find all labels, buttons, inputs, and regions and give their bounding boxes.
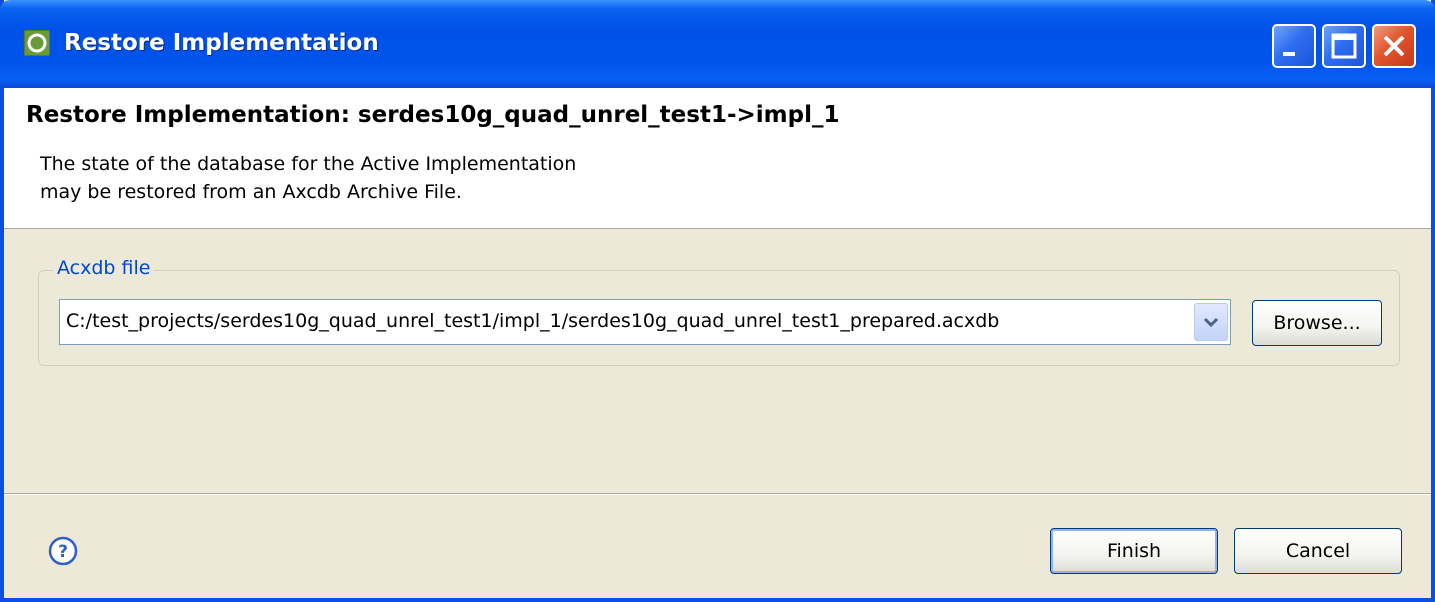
- help-icon[interactable]: ?: [48, 536, 78, 566]
- close-button[interactable]: [1372, 24, 1416, 68]
- chevron-down-icon: [1203, 317, 1219, 328]
- combo-value[interactable]: C:/test_projects/serdes10g_quad_unrel_te…: [66, 310, 999, 332]
- finish-button[interactable]: Finish: [1050, 528, 1218, 574]
- group-legend: Acxdb file: [53, 257, 155, 279]
- dialog-header: Restore Implementation: serdes10g_quad_u…: [4, 88, 1431, 229]
- cancel-button[interactable]: Cancel: [1234, 528, 1402, 574]
- title-bar[interactable]: Restore Implementation: [0, 0, 1435, 88]
- maximize-button[interactable]: [1322, 24, 1366, 68]
- window-title: Restore Implementation: [64, 30, 379, 56]
- description-line-1: The state of the database for the Active…: [40, 153, 577, 175]
- combo-dropdown-button[interactable]: [1194, 303, 1228, 341]
- browse-button[interactable]: Browse...: [1252, 300, 1382, 346]
- svg-text:?: ?: [58, 542, 68, 562]
- header-description: The state of the database for the Active…: [40, 150, 576, 206]
- close-icon: [1383, 35, 1405, 57]
- description-line-2: may be restored from an Axcdb Archive Fi…: [40, 181, 462, 203]
- footer-separator: [4, 493, 1431, 495]
- minimize-button[interactable]: [1272, 24, 1316, 68]
- acxdb-file-group: Acxdb file C:/test_projects/serdes10g_qu…: [38, 257, 1400, 366]
- dialog-window: Restore Implementation Restore Implement…: [0, 0, 1435, 602]
- page-title: Restore Implementation: serdes10g_quad_u…: [26, 102, 840, 128]
- minimize-icon: [1283, 52, 1295, 56]
- eclipse-icon: [24, 30, 50, 56]
- maximize-icon: [1331, 33, 1357, 59]
- acxdb-file-combo[interactable]: C:/test_projects/serdes10g_quad_unrel_te…: [59, 299, 1231, 345]
